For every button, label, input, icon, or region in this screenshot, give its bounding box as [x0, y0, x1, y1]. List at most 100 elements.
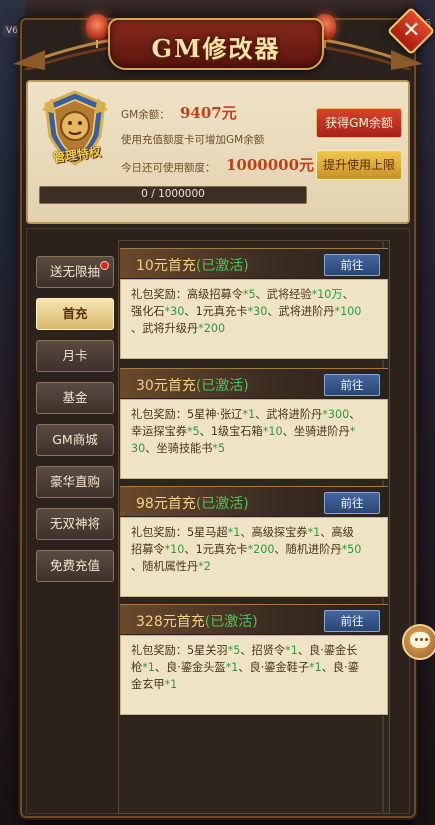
raise-limit-button[interactable]: 提升使用上限	[316, 150, 402, 180]
reward-item-text: 、高级	[320, 526, 354, 539]
gm-balance-value: 9407元	[180, 104, 237, 122]
reward-quantity: *200	[247, 543, 275, 556]
card-header: 30元首充(已激活) 前往	[120, 368, 388, 398]
reward-quantity: *1	[225, 661, 239, 674]
reward-text: 礼包奖励：5星马超*1、高级探宝券*1、高级 招募令*10、1元真充卡*200、随…	[131, 524, 383, 575]
reward-item-text: 、良·鎏金长	[297, 644, 358, 657]
get-gm-balance-button[interactable]: 获得GM余额	[316, 108, 402, 138]
reward-line: 金玄甲*1	[131, 676, 383, 693]
reward-item-text: 、招贤令	[240, 644, 286, 657]
reward-quantity: *5	[242, 288, 256, 301]
card-title: 328元首充(已激活)	[136, 611, 258, 631]
sidebar-item[interactable]: 免费充值	[36, 550, 114, 582]
reward-description: 礼包奖励：5星关羽*5、招贤令*1、良·鎏金长 枪*1、良·鎏金头盔*1、良·鎏金…	[120, 635, 388, 715]
recharge-hint: 使用充值额度卡可增加GM余额	[121, 134, 265, 146]
sidebar-item-label: GM商城	[52, 432, 98, 447]
reward-quantity: *1	[242, 408, 256, 421]
notification-dot	[100, 261, 109, 270]
reward-item-text: 枪	[131, 661, 143, 674]
reward-description: 礼包奖励：高级招募令*5、武将经验*10万、 强化石*30、1元真充卡*30、武将…	[120, 279, 388, 359]
game-right-strip	[413, 0, 435, 825]
reward-quantity: *10万	[311, 288, 343, 301]
reward-item-text: 、随机属性丹	[131, 560, 199, 573]
recharge-amount: 10元首充	[136, 258, 196, 274]
chat-dot	[425, 638, 428, 641]
reward-line: 礼包奖励：5星神·张辽*1、武将进阶丹*300、	[131, 406, 383, 423]
sidebar-item[interactable]: 送无限抽	[36, 256, 114, 288]
card-header: 328元首充(已激活) 前往	[120, 604, 388, 634]
recharge-amount: 98元首充	[136, 496, 196, 512]
card-title: 10元首充(已激活)	[136, 255, 249, 275]
sidebar-item[interactable]: 首充	[36, 298, 114, 330]
card-header: 98元首充(已激活) 前往	[120, 486, 388, 516]
reward-line: 、随机属性丹*2	[131, 558, 383, 575]
reward-quantity: *5	[227, 644, 241, 657]
sidebar-item-label: 送无限抽	[49, 264, 100, 279]
reward-quantity: *100	[334, 305, 362, 318]
reward-quantity: *2	[198, 560, 211, 573]
sidebar-item-label: 月卡	[62, 348, 88, 363]
first-recharge-card: 98元首充(已激活) 前往 礼包奖励：5星马超*1、高级探宝券*1、高级 招募令*10…	[120, 486, 388, 598]
go-button[interactable]: 前往	[324, 492, 380, 514]
reward-item-text: 、坐骑进阶丹	[282, 425, 350, 438]
recharge-amount: 30元首充	[136, 378, 196, 394]
reward-item-text: 、武将进阶丹	[267, 305, 335, 318]
reward-item-text: 、	[342, 288, 354, 301]
sidebar-item[interactable]: GM商城	[36, 424, 114, 456]
activation-status: (已激活)	[204, 614, 258, 630]
reward-text: 礼包奖励：高级招募令*5、武将经验*10万、 强化石*30、1元真充卡*30、武将…	[131, 286, 383, 337]
reward-quantity: *	[349, 425, 356, 438]
reward-item-text: 、良·鎏	[321, 661, 359, 674]
reward-line: 枪*1、良·鎏金头盔*1、良·鎏金鞋子*1、良·鎏	[131, 659, 383, 676]
reward-quantity: *10	[164, 543, 185, 556]
go-button[interactable]: 前往	[324, 610, 380, 632]
reward-quantity: *5	[186, 425, 200, 438]
reward-item-text: 礼包奖励：高级招募令	[131, 288, 243, 301]
progress-text: 0 / 1000000	[141, 188, 205, 200]
reward-quantity: 30	[131, 442, 146, 455]
reward-item-text: 、武将经验	[255, 288, 312, 301]
reward-item-text: 、坐骑技能书	[145, 442, 213, 455]
go-button[interactable]: 前往	[324, 374, 380, 396]
reward-description: 礼包奖励：5星马超*1、高级探宝券*1、高级 招募令*10、1元真充卡*200、随…	[120, 517, 388, 597]
sidebar-item[interactable]: 豪华直购	[36, 466, 114, 498]
reward-quantity: *200	[198, 322, 226, 335]
reward-quantity: *1	[285, 644, 298, 657]
sidebar-item[interactable]: 基金	[36, 382, 114, 414]
activation-status: (已激活)	[195, 496, 249, 512]
reward-text: 礼包奖励：5星关羽*5、招贤令*1、良·鎏金长 枪*1、良·鎏金头盔*1、良·鎏金…	[131, 642, 383, 693]
reward-quantity: *50	[341, 543, 362, 556]
reward-line: 礼包奖励：5星关羽*5、招贤令*1、良·鎏金长	[131, 642, 383, 659]
reward-quantity: *5	[212, 442, 226, 455]
chat-dot	[420, 638, 423, 641]
reward-quantity: *1	[142, 661, 155, 674]
first-recharge-card: 328元首充(已激活) 前往 礼包奖励：5星关羽*5、招贤令*1、良·鎏金长 枪*1、…	[120, 604, 388, 716]
go-button[interactable]: 前往	[324, 254, 380, 276]
reward-quantity: *1	[307, 526, 321, 539]
sidebar-item[interactable]: 月卡	[36, 340, 114, 372]
sidebar-item[interactable]: 无双神将	[36, 508, 114, 540]
card-title: 30元首充(已激活)	[136, 375, 249, 395]
sidebar-item-label: 豪华直购	[49, 474, 100, 489]
reward-item-text: 、随机进阶丹	[274, 543, 342, 556]
reward-item-text: 、良·鎏金鞋子	[238, 661, 310, 674]
daily-quota-label: 今日还可使用额度：	[121, 162, 216, 174]
reward-item-text: 、1元真充卡	[184, 543, 248, 556]
reward-item-text: 、1级宝石箱	[199, 425, 263, 438]
sidebar-item-label: 无双神将	[49, 516, 100, 531]
reward-item-text: 礼包奖励：5星马超	[131, 526, 228, 539]
recharge-amount: 328元首充	[136, 614, 205, 630]
reward-item-text: 、1元真充卡	[184, 305, 248, 318]
reward-item-text: 、武将升级丹	[131, 322, 199, 335]
activation-status: (已激活)	[195, 378, 249, 394]
reward-quantity: *30	[247, 305, 268, 318]
reward-item-text: 礼包奖励：5星关羽	[131, 644, 228, 657]
chat-button[interactable]	[402, 624, 435, 660]
reward-line: 礼包奖励：高级招募令*5、武将经验*10万、	[131, 286, 383, 303]
sidebar-item-label: 基金	[62, 390, 88, 405]
reward-item-text: 招募令	[131, 543, 165, 556]
reward-quantity: *1	[309, 661, 322, 674]
first-recharge-card: 30元首充(已激活) 前往 礼包奖励：5星神·张辽*1、武将进阶丹*300、 幸运探宝…	[120, 368, 388, 480]
lantern-icon	[86, 14, 108, 48]
reward-text: 礼包奖励：5星神·张辽*1、武将进阶丹*300、 幸运探宝券*5、1级宝石箱*10…	[131, 406, 383, 457]
